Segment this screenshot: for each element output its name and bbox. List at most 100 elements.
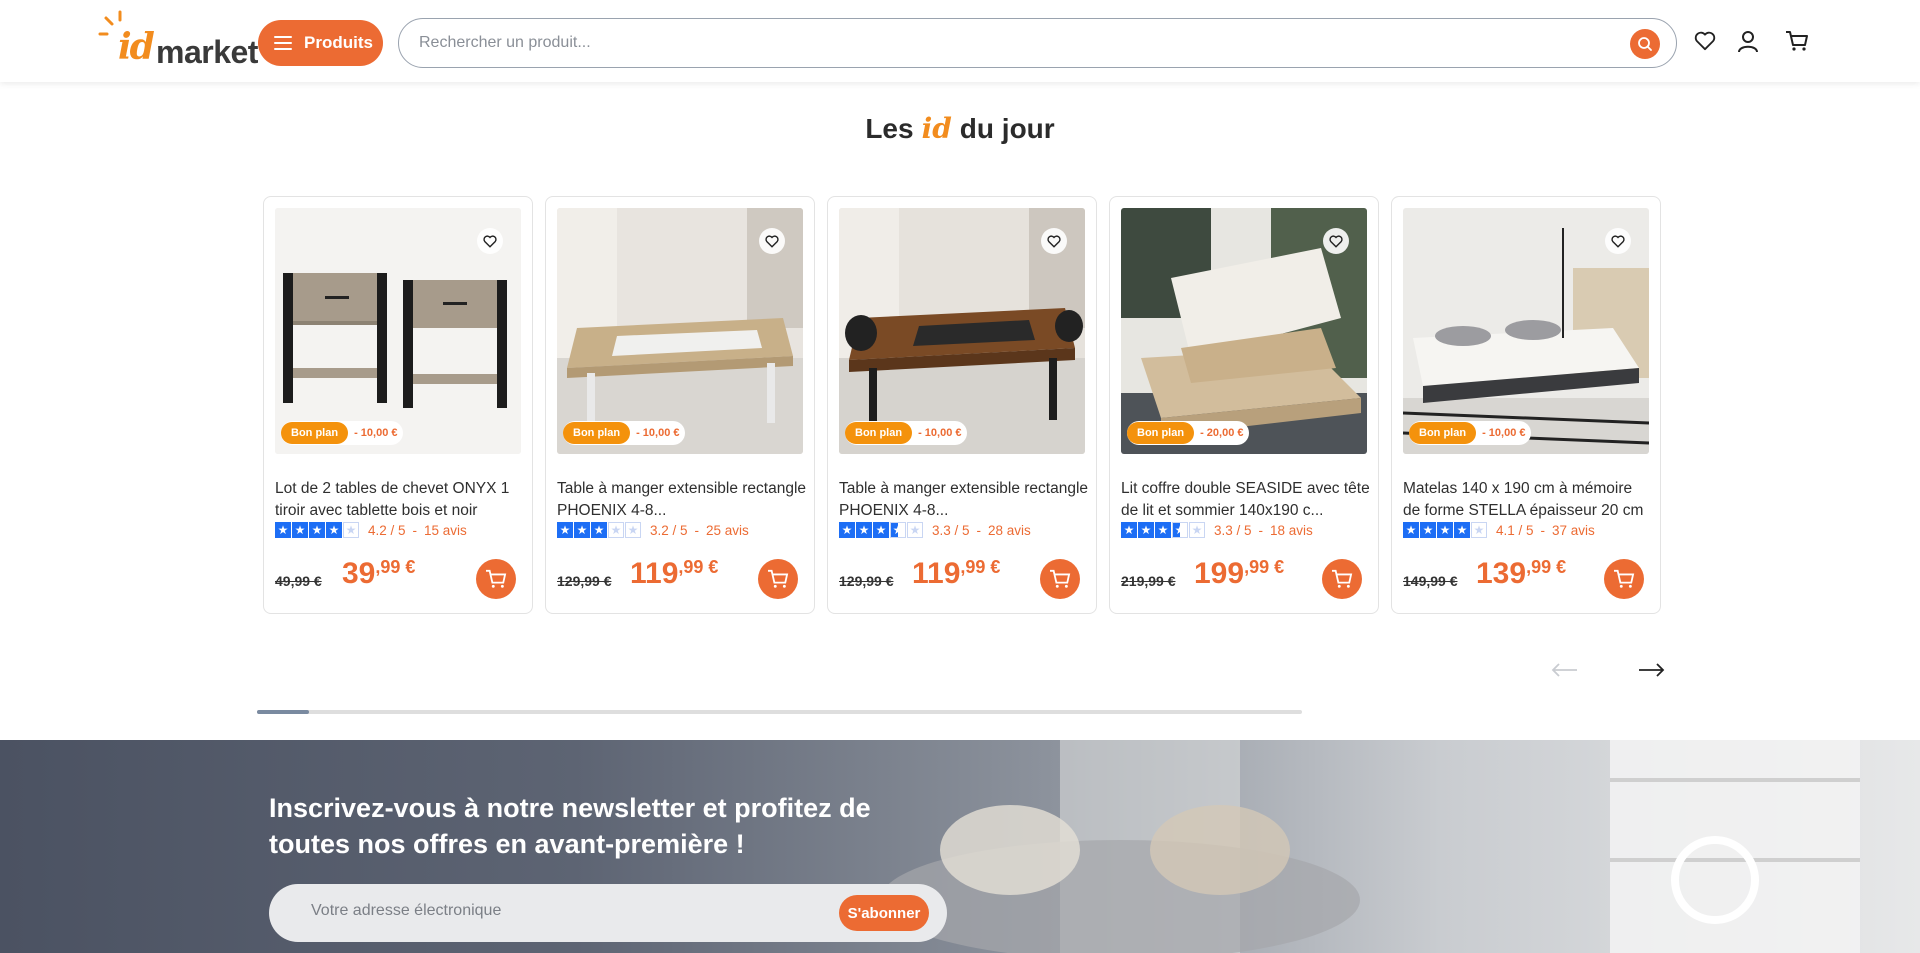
menu-icon — [274, 36, 292, 50]
star-icon: ★ — [608, 522, 624, 538]
arrow-left-icon — [1551, 663, 1577, 677]
add-to-cart-button[interactable] — [1040, 559, 1080, 599]
logo-market: market — [156, 34, 258, 70]
title-left: Les — [865, 113, 914, 144]
product-rating: ★ ★ ★ ★ ★ 3.3 / 5-18 avis — [1121, 522, 1313, 538]
favorite-button[interactable] — [1041, 228, 1067, 254]
discount-label: - 10,00 € — [636, 427, 680, 439]
product-image[interactable] — [275, 208, 521, 454]
products-button-label: Produits — [304, 33, 373, 52]
price-decimal: ,99 € — [678, 557, 719, 577]
carousel-scroll-thumb[interactable] — [257, 710, 310, 714]
rating-value: 3.3 / 5 — [932, 522, 970, 538]
star-icon: ★ — [873, 522, 889, 538]
star-icon: ★ — [1172, 522, 1188, 538]
star-icon: ★ — [557, 522, 573, 538]
favorite-button[interactable] — [477, 228, 503, 254]
bon-plan-badge: Bon plan — [1409, 422, 1477, 444]
product-card[interactable]: Bon plan - 20,00 € Lit coffre double SEAS… — [1109, 196, 1379, 614]
star-icon: ★ — [1454, 522, 1470, 538]
current-price: 119,99 € — [912, 557, 1000, 591]
account-button[interactable] — [1735, 28, 1761, 54]
carousel-scrollbar[interactable] — [257, 710, 1302, 714]
email-input[interactable] — [311, 902, 831, 920]
product-name[interactable]: Lot de 2 tables de chevet ONYX 1 tiroir … — [275, 478, 525, 522]
product-card[interactable]: Bon plan - 10,00 € Matelas 140 x 190 cm à… — [1391, 196, 1661, 614]
add-to-cart-button[interactable] — [476, 559, 516, 599]
newsletter-section: Inscrivez-vous à notre newsletter et pro… — [0, 740, 1920, 953]
search-bar — [398, 18, 1677, 68]
favorite-button[interactable] — [759, 228, 785, 254]
star-icon: ★ — [309, 522, 325, 538]
promo-badge: Bon plan - 20,00 € — [1127, 421, 1250, 445]
heart-icon — [765, 234, 779, 248]
search-button[interactable] — [1630, 29, 1660, 59]
favorite-button[interactable] — [1605, 228, 1631, 254]
product-name[interactable]: Matelas 140 x 190 cm à mémoire de forme … — [1403, 478, 1653, 522]
favorite-button[interactable] — [1323, 228, 1349, 254]
add-to-cart-button[interactable] — [1604, 559, 1644, 599]
add-to-cart-button[interactable] — [1322, 559, 1362, 599]
cart-icon — [1050, 569, 1071, 588]
search-input[interactable] — [419, 32, 1599, 54]
arrow-right-icon — [1639, 663, 1665, 677]
carousel-prev-button[interactable] — [1550, 656, 1580, 684]
star-icon: ★ — [907, 522, 923, 538]
product-image[interactable] — [839, 208, 1085, 454]
product-name[interactable]: Table à manger extensible rectangle PHOE… — [839, 478, 1089, 522]
product-name[interactable]: Lit coffre double SEASIDE avec tête de l… — [1121, 478, 1371, 522]
price-decimal: ,99 € — [960, 557, 1001, 577]
product-card[interactable]: Bon plan - 10,00 € Lot de 2 tables de che… — [263, 196, 533, 614]
idmarket-logo[interactable]: id market — [98, 10, 258, 72]
product-card[interactable]: Bon plan - 10,00 € Table à manger extensi… — [545, 196, 815, 614]
section-title: Les id du jour — [0, 112, 1920, 145]
rating-stars: ★ ★ ★ ★ ★ — [275, 522, 360, 538]
current-price: 199,99 € — [1194, 557, 1284, 591]
star-icon: ★ — [1437, 522, 1453, 538]
star-icon: ★ — [1121, 522, 1137, 538]
subscribe-button[interactable]: S'abonner — [839, 895, 929, 931]
promo-badge: Bon plan - 10,00 € — [281, 421, 404, 445]
product-rating: ★ ★ ★ ★ ★ 3.2 / 5-25 avis — [557, 522, 749, 538]
review-count[interactable]: 37 avis — [1552, 523, 1595, 538]
cart-icon — [486, 569, 507, 588]
title-right: du jour — [959, 113, 1055, 144]
heart-icon — [1611, 234, 1625, 248]
product-card[interactable]: Bon plan - 10,00 € Table à manger extensi… — [827, 196, 1097, 614]
star-icon: ★ — [625, 522, 641, 538]
star-icon: ★ — [292, 522, 308, 538]
star-icon: ★ — [1138, 522, 1154, 538]
add-to-cart-button[interactable] — [758, 559, 798, 599]
review-count[interactable]: 25 avis — [706, 523, 749, 538]
cart-icon — [1614, 569, 1635, 588]
discount-label: - 10,00 € — [354, 427, 398, 439]
star-icon: ★ — [1155, 522, 1171, 538]
products-menu-button[interactable]: Produits — [258, 20, 383, 66]
cart-button[interactable] — [1784, 28, 1810, 54]
discount-label: - 10,00 € — [918, 427, 962, 439]
rating-stars: ★ ★ ★ ★ ★ — [557, 522, 642, 538]
review-count[interactable]: 15 avis — [424, 523, 467, 538]
star-icon: ★ — [856, 522, 872, 538]
price-integer: 119 — [912, 557, 961, 590]
wishlist-button[interactable] — [1692, 28, 1718, 54]
rating-stars: ★ ★ ★ ★ ★ — [1121, 522, 1206, 538]
product-name[interactable]: Table à manger extensible rectangle PHOE… — [557, 478, 807, 522]
product-image[interactable] — [1403, 208, 1649, 454]
price-integer: 119 — [630, 557, 679, 590]
review-count[interactable]: 28 avis — [988, 523, 1031, 538]
old-price: 219,99 € — [1121, 573, 1176, 589]
product-image[interactable] — [1121, 208, 1367, 454]
title-id: id — [921, 112, 952, 145]
price-integer: 39 — [342, 557, 376, 590]
current-price: 39,99 € — [342, 557, 415, 591]
cart-icon — [1332, 569, 1353, 588]
review-count[interactable]: 18 avis — [1270, 523, 1313, 538]
bon-plan-badge: Bon plan — [563, 422, 631, 444]
carousel-next-button[interactable] — [1636, 656, 1666, 684]
product-image[interactable] — [557, 208, 803, 454]
star-icon: ★ — [839, 522, 855, 538]
cart-icon — [1786, 31, 1808, 51]
cart-icon — [768, 569, 789, 588]
star-icon: ★ — [591, 522, 607, 538]
